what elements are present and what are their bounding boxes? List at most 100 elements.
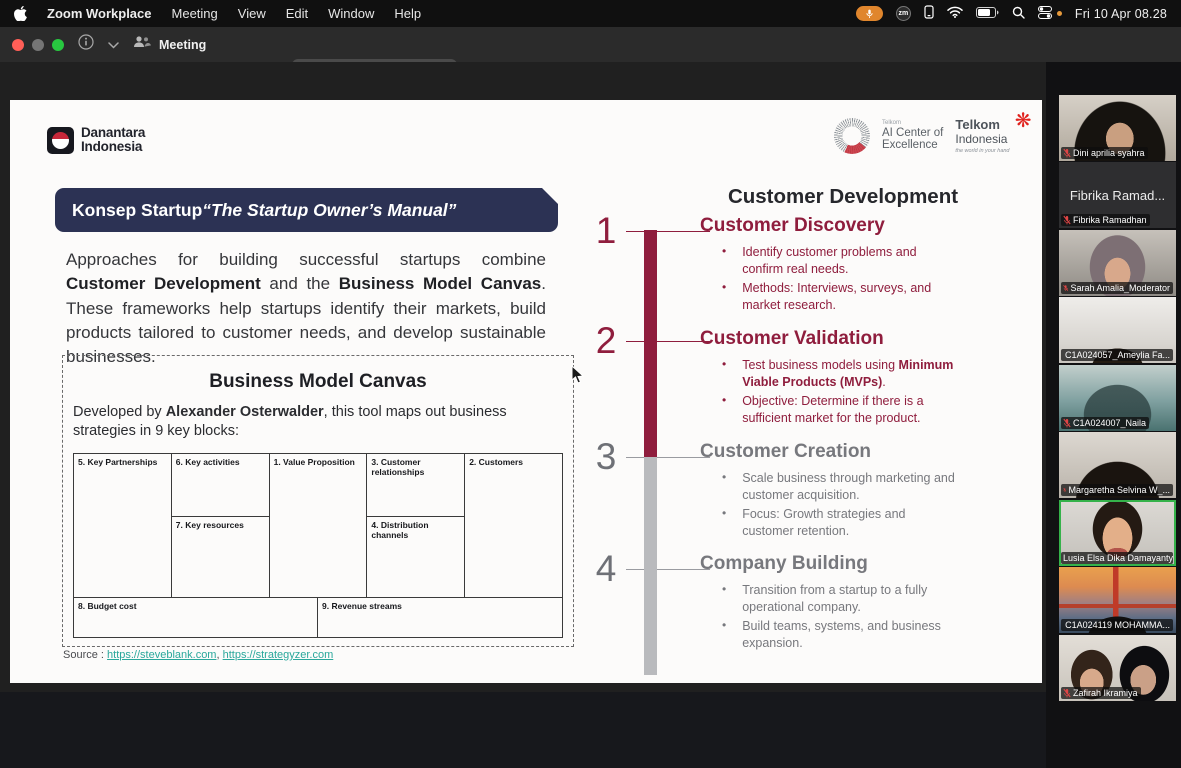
participant-tile[interactable]: C1A024057_Ameylia Fa... xyxy=(1059,297,1176,363)
source-line: Source : https://steveblank.com, https:/… xyxy=(63,649,333,661)
danantara-logo: Danantara Indonesia xyxy=(47,126,145,154)
ai-center-telkom-label: Telkom xyxy=(882,120,943,127)
section-customer-creation: Customer Creation •Scale business throug… xyxy=(700,441,992,542)
slide-title-plain: Konsep Startup xyxy=(72,200,202,221)
participant-tile[interactable]: C1A024119 MOHAMMA... xyxy=(1059,567,1176,633)
menu-bar: Zoom Workplace Meeting View Edit Window … xyxy=(0,0,1181,27)
apple-menu-icon[interactable] xyxy=(14,6,27,21)
ai-center-line2: Excellence xyxy=(882,139,943,152)
danantara-logo-line2: Indonesia xyxy=(81,140,145,154)
telkom-line1: Telkom xyxy=(955,118,1009,132)
wifi-icon[interactable] xyxy=(947,6,963,21)
danantara-logo-icon xyxy=(47,127,74,154)
slide-title-banner: Konsep Startup “The Startup Owner’s Manu… xyxy=(55,188,558,232)
bmc-cell-key-partnerships: 5. Key Partnerships xyxy=(74,454,171,470)
participant-tile[interactable]: Zafirah Ikramiya xyxy=(1059,635,1176,701)
timeline-bar-maroon xyxy=(644,230,657,457)
bmc-description: Developed by Alexander Osterwalder, this… xyxy=(73,403,563,441)
participant-name: C1A024007_Naila xyxy=(1073,418,1146,428)
timeline-number-1: 1 xyxy=(586,210,626,252)
bmc-cell-customers: 2. Customers xyxy=(465,454,562,470)
participant-name: C1A024057_Ameylia Fa... xyxy=(1065,350,1170,360)
participant-name: Fibrika Ramadhan xyxy=(1073,215,1147,225)
close-window-button[interactable] xyxy=(12,39,24,51)
participants-icon xyxy=(133,35,151,54)
timeline-number-2: 2 xyxy=(586,320,626,362)
device-icon[interactable] xyxy=(924,5,934,22)
battery-icon[interactable] xyxy=(976,6,999,21)
timeline-tick xyxy=(626,341,710,342)
info-icon[interactable] xyxy=(78,34,94,55)
menu-item-meeting[interactable]: Meeting xyxy=(172,6,218,21)
notification-dot xyxy=(1057,11,1062,16)
participant-tile[interactable]: C1A024007_Naila xyxy=(1059,365,1176,431)
window-title-bar: Meeting Ds Dini aprilia syahra's screen … xyxy=(0,27,1181,62)
mouse-cursor xyxy=(571,365,584,389)
menu-app-name[interactable]: Zoom Workplace xyxy=(47,6,152,21)
danantara-logo-line1: Danantara xyxy=(81,126,145,140)
ai-center-sunburst-icon xyxy=(834,118,870,154)
menu-item-edit[interactable]: Edit xyxy=(286,6,308,21)
bmc-title: Business Model Canvas xyxy=(63,371,573,393)
telkom-tagline: the world in your hand xyxy=(955,148,1009,154)
bmc-cell-customer-relationships: 3. Customer relationships xyxy=(367,454,464,517)
bmc-cell-distribution-channels: 4. Distribution channels xyxy=(367,517,464,597)
participant-name: Margaretha Selvina W_... xyxy=(1068,485,1170,495)
participant-tile[interactable]: Dini aprilia syahra xyxy=(1059,95,1176,161)
chevron-down-icon[interactable] xyxy=(108,36,119,54)
menu-item-window[interactable]: Window xyxy=(328,6,374,21)
participant-tile-active-speaker[interactable]: Lusia Elsa Dika Damayanty xyxy=(1059,500,1176,566)
participant-tile[interactable]: Margaretha Selvina W_... xyxy=(1059,432,1176,498)
timeline-tick xyxy=(626,569,710,570)
participant-tile[interactable]: Sarah Amalia_Moderator xyxy=(1059,230,1176,296)
participants-sidebar: Dini aprilia syahra Fibrika Ramad... Fib… xyxy=(1046,62,1181,768)
screen: Zoom Workplace Meeting View Edit Window … xyxy=(0,0,1181,768)
telkom-indonesia-logo: ❋ Telkom Indonesia the world in your han… xyxy=(955,118,1031,154)
participant-tile[interactable]: Fibrika Ramad... Fibrika Ramadhan xyxy=(1059,162,1176,228)
timeline-bar-gray xyxy=(644,457,657,675)
search-icon[interactable] xyxy=(1012,6,1025,22)
partner-logos: Telkom AI Center of Excellence ❋ Telkom … xyxy=(834,118,1032,154)
participant-name: Dini aprilia syahra xyxy=(1073,148,1145,158)
bmc-table: 5. Key Partnerships 6. Key activities 7.… xyxy=(73,453,563,638)
window-meeting-label: Meeting xyxy=(159,38,206,52)
menu-item-help[interactable]: Help xyxy=(394,6,421,21)
section-title: Customer Discovery xyxy=(700,215,992,237)
shared-screen-slide: Danantara Indonesia Telkom AI Center of … xyxy=(10,100,1042,683)
participant-name: C1A024119 MOHAMMA... xyxy=(1065,620,1170,630)
intro-paragraph: Approaches for building successful start… xyxy=(66,248,546,369)
bmc-cell-budget-cost: 8. Budget cost xyxy=(74,598,318,637)
timeline-tick xyxy=(626,457,710,458)
menubar-clock[interactable]: Fri 10 Apr 08.28 xyxy=(1075,7,1167,21)
mic-active-indicator[interactable] xyxy=(856,6,883,21)
section-customer-validation: Customer Validation •Test business model… xyxy=(700,328,992,429)
section-title: Customer Creation xyxy=(700,441,992,463)
bmc-cell-key-resources: 7. Key resources xyxy=(172,517,269,597)
bmc-cell-key-activities: 6. Key activities xyxy=(172,454,269,517)
bmc-cell-revenue-streams: 9. Revenue streams xyxy=(318,598,562,637)
slide-title-italic: “The Startup Owner’s Manual” xyxy=(202,200,456,221)
section-title: Company Building xyxy=(700,553,992,575)
minimize-window-button[interactable] xyxy=(32,39,44,51)
menu-item-view[interactable]: View xyxy=(238,6,266,21)
bmc-cell-value-proposition: 1. Value Proposition xyxy=(270,454,367,470)
meeting-content: Danantara Indonesia Telkom AI Center of … xyxy=(0,62,1181,768)
timeline-tick xyxy=(626,231,710,232)
source-link-steveblank[interactable]: https://steveblank.com xyxy=(107,649,216,661)
timeline-number-3: 3 xyxy=(586,436,626,478)
timeline-number-4: 4 xyxy=(586,548,626,590)
participant-name: Lusia Elsa Dika Damayanty xyxy=(1063,553,1173,563)
desktop-background xyxy=(0,692,1181,768)
telkom-hand-icon: ❋ xyxy=(1015,110,1032,132)
participant-name: Zafirah Ikramiya xyxy=(1073,688,1138,698)
source-label: Source : xyxy=(63,649,104,661)
section-company-building: Company Building •Transition from a star… xyxy=(700,553,992,654)
section-title: Customer Validation xyxy=(700,328,992,350)
zoom-window-button[interactable] xyxy=(52,39,64,51)
source-link-strategyzer[interactable]: https://strategyzer.com xyxy=(223,649,334,661)
control-center-icon[interactable] xyxy=(1038,6,1052,22)
zoom-menubar-icon[interactable]: zm xyxy=(896,6,911,21)
ai-center-line1: AI Center of xyxy=(882,127,943,140)
business-model-canvas-box: Business Model Canvas Developed by Alexa… xyxy=(62,355,574,647)
telkom-line2: Indonesia xyxy=(955,133,1009,146)
